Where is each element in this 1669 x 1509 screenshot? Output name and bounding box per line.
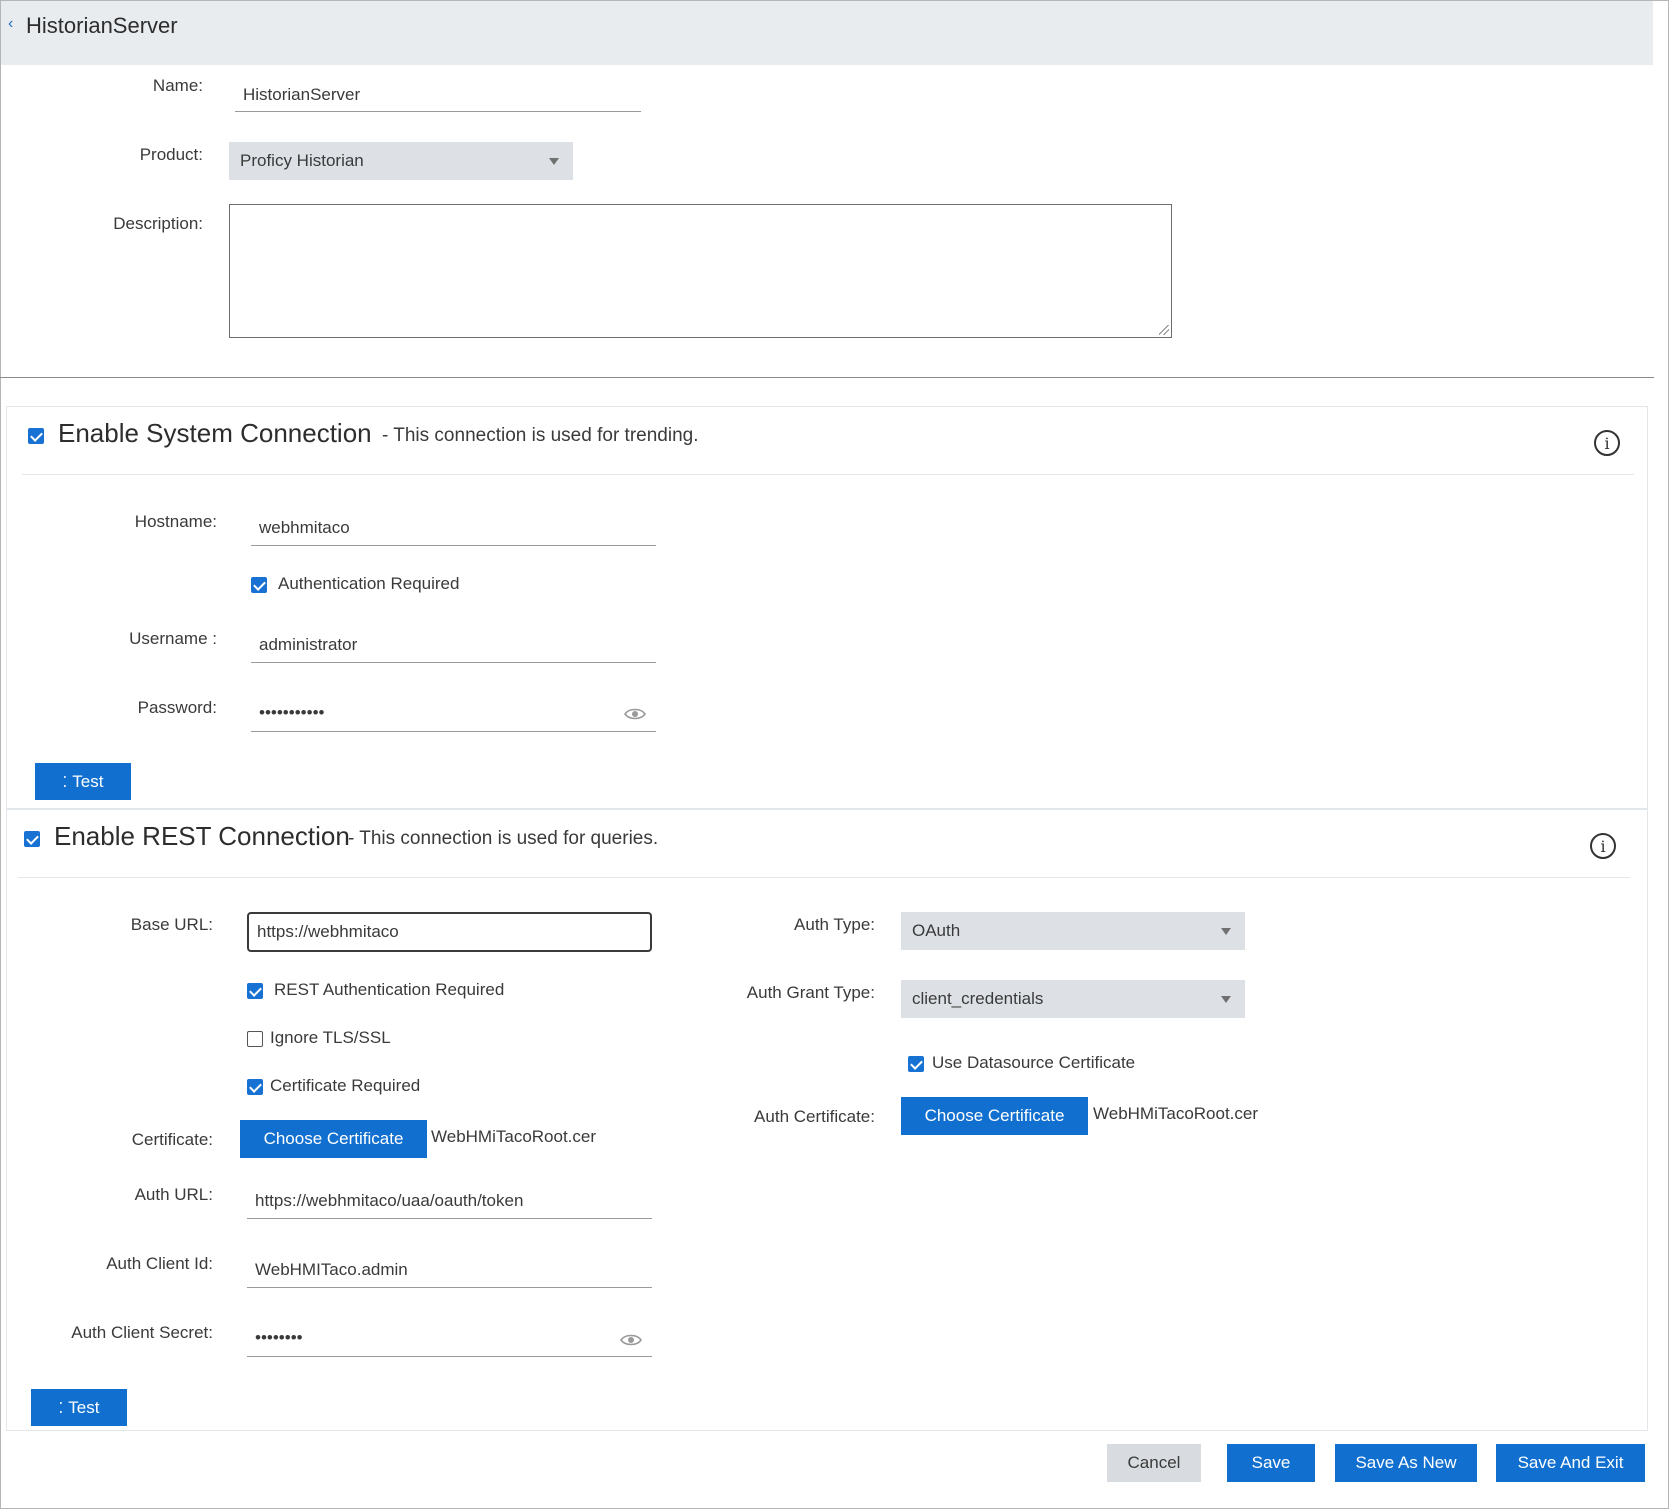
auth-type-select[interactable]: OAuth xyxy=(901,912,1245,950)
page-title: HistorianServer xyxy=(26,13,178,38)
system-test-label: Test xyxy=(72,771,104,791)
auth-url-label: Auth URL: xyxy=(134,1185,213,1204)
choose-certificate-button[interactable]: Choose Certificate xyxy=(240,1120,427,1158)
section-rule xyxy=(22,474,1634,475)
chevron-left-icon[interactable]: ‹ xyxy=(8,15,13,33)
choose-certificate-label: Choose Certificate xyxy=(263,1129,404,1148)
enable-rest-connection-checkbox[interactable] xyxy=(24,831,40,847)
auth-grant-type-select[interactable]: client_credentials xyxy=(901,980,1245,1018)
password-value: ••••••••••• xyxy=(259,703,325,722)
hostname-input[interactable] xyxy=(251,510,656,546)
save-and-exit-button[interactable]: Save And Exit xyxy=(1496,1444,1645,1482)
certificate-file-name: WebHMiTacoRoot.cer xyxy=(431,1127,597,1146)
system-connection-section xyxy=(6,406,1648,809)
save-label: Save xyxy=(1251,1453,1291,1472)
system-connection-title: Enable System Connection xyxy=(58,418,372,448)
page-header: ‹ HistorianServer xyxy=(1,1,1653,65)
auth-type-label: Auth Type: xyxy=(794,915,875,934)
authentication-required-label: Authentication Required xyxy=(278,574,460,593)
eye-icon[interactable] xyxy=(620,1333,642,1347)
resize-handle-icon[interactable] xyxy=(1159,325,1169,335)
certificate-label: Certificate: xyxy=(131,1130,213,1149)
info-icon[interactable]: i xyxy=(1590,833,1616,859)
auth-client-secret-input[interactable]: •••••••• xyxy=(247,1321,652,1357)
rest-test-button[interactable]: ⁚ Test xyxy=(31,1389,127,1426)
auth-client-secret-value: •••••••• xyxy=(255,1328,303,1347)
system-connection-subtitle: - This connection is used for trending. xyxy=(382,425,699,446)
use-datasource-certificate-label: Use Datasource Certificate xyxy=(932,1053,1136,1072)
save-as-new-button[interactable]: Save As New xyxy=(1335,1444,1477,1482)
certificate-required-label: Certificate Required xyxy=(270,1076,421,1095)
spinner-icon: ⁚ xyxy=(58,1399,64,1417)
auth-url-input[interactable] xyxy=(247,1183,652,1219)
username-input[interactable] xyxy=(251,627,656,663)
certificate-required-checkbox[interactable] xyxy=(247,1079,263,1095)
name-label: Name: xyxy=(152,76,203,95)
save-and-exit-label: Save And Exit xyxy=(1517,1453,1624,1472)
save-as-new-label: Save As New xyxy=(1355,1453,1457,1472)
auth-choose-certificate-button[interactable]: Choose Certificate xyxy=(901,1097,1088,1135)
cancel-button[interactable]: Cancel xyxy=(1107,1444,1201,1482)
description-textarea[interactable] xyxy=(229,204,1172,338)
product-label: Product: xyxy=(139,145,203,164)
base-url-input[interactable] xyxy=(247,912,652,952)
hostname-label: Hostname: xyxy=(134,512,217,531)
auth-grant-type-select-value: client_credentials xyxy=(912,989,1044,1008)
auth-certificate-file-name: WebHMiTacoRoot.cer xyxy=(1093,1104,1259,1123)
base-url-label: Base URL: xyxy=(130,915,213,934)
authentication-required-checkbox[interactable] xyxy=(251,577,267,593)
password-label: Password: xyxy=(137,698,217,717)
ignore-tls-ssl-checkbox[interactable] xyxy=(247,1031,263,1047)
chevron-down-icon xyxy=(1221,928,1231,935)
section-rule xyxy=(18,877,1630,878)
rest-connection-subtitle: - This connection is used for queries. xyxy=(348,828,659,849)
password-input[interactable]: ••••••••••• xyxy=(251,696,656,732)
description-label: Description: xyxy=(113,214,203,233)
chevron-down-icon xyxy=(549,158,559,165)
rest-authentication-required-checkbox[interactable] xyxy=(247,983,263,999)
rest-authentication-required-label: REST Authentication Required xyxy=(274,980,505,999)
auth-certificate-label: Auth Certificate: xyxy=(754,1107,875,1126)
auth-type-select-value: OAuth xyxy=(912,921,961,940)
use-datasource-certificate-checkbox[interactable] xyxy=(908,1056,924,1072)
eye-icon[interactable] xyxy=(624,707,646,721)
rest-connection-title: Enable REST Connection xyxy=(54,821,350,851)
product-select-value: Proficy Historian xyxy=(240,151,364,170)
auth-client-id-input[interactable] xyxy=(247,1252,652,1288)
cancel-label: Cancel xyxy=(1127,1453,1181,1472)
product-select[interactable]: Proficy Historian xyxy=(229,142,573,180)
system-test-button[interactable]: ⁚ Test xyxy=(35,763,131,800)
auth-client-secret-label: Auth Client Secret: xyxy=(71,1323,213,1342)
info-icon[interactable]: i xyxy=(1594,430,1620,456)
save-button[interactable]: Save xyxy=(1227,1444,1315,1482)
auth-choose-certificate-label: Choose Certificate xyxy=(924,1106,1065,1125)
username-label: Username : xyxy=(129,629,217,648)
enable-system-connection-checkbox[interactable] xyxy=(28,428,44,444)
spinner-icon: ⁚ xyxy=(62,773,68,791)
auth-grant-type-label: Auth Grant Type: xyxy=(746,983,875,1002)
ignore-tls-ssl-label: Ignore TLS/SSL xyxy=(270,1028,391,1047)
section-divider xyxy=(0,377,1654,378)
auth-client-id-label: Auth Client Id: xyxy=(106,1254,213,1273)
name-input[interactable] xyxy=(235,78,641,112)
rest-test-label: Test xyxy=(68,1397,100,1417)
chevron-down-icon xyxy=(1221,996,1231,1003)
